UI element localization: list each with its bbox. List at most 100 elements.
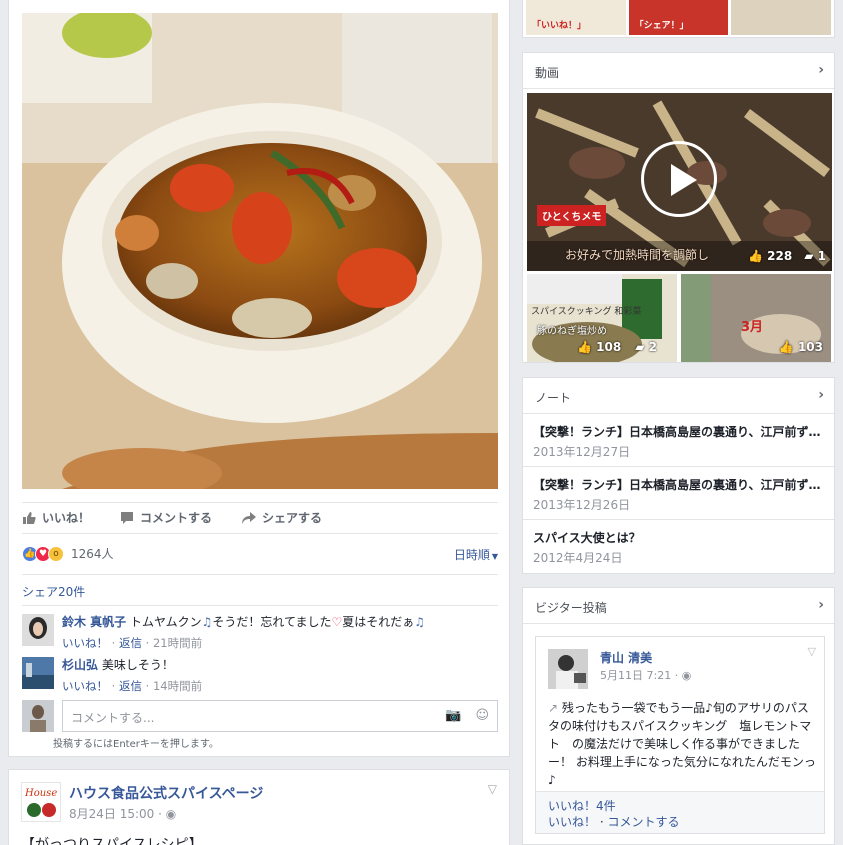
- comment-sort-dropdown[interactable]: 日時順 ▼: [454, 546, 498, 563]
- wow-reaction-icon: o: [48, 545, 64, 562]
- visitor-name[interactable]: 青山 清美: [600, 649, 652, 666]
- avatar: [22, 700, 54, 732]
- photo-thumbnail[interactable]: 「いいね！」: [526, 0, 626, 35]
- note-date: 2012年4月24日: [533, 551, 623, 565]
- comment-time[interactable]: 14時間前: [153, 679, 202, 693]
- comment-author[interactable]: 杉山弘: [62, 658, 98, 672]
- video-likes: 👍 228: [748, 249, 792, 263]
- visitor-post-text: ↗ 残ったもう一袋でもう一品♪旬のアサリのパスタの味付けもスパイスクッキング 塩…: [548, 699, 818, 789]
- photo-thumbnail[interactable]: 「シェア！」: [628, 0, 729, 35]
- music-note-icon: ♫: [201, 615, 213, 629]
- photo-thumbnail[interactable]: [731, 0, 832, 35]
- video-logo: ひとくちメモ: [537, 205, 607, 226]
- comment-reply-link[interactable]: 返信: [119, 679, 142, 693]
- comment-time[interactable]: 21時間前: [153, 636, 202, 650]
- comment-author[interactable]: 鈴木 真帆子: [62, 615, 126, 629]
- visitor-post-date: 5月11日 7:21 · ◉: [600, 669, 692, 682]
- share-button[interactable]: シェアする: [242, 509, 322, 526]
- videos-section: 動画 › ひとくちメモ お好みで加熱時間を調節し 👍 228 ▰ 1 スパイスク…: [522, 52, 835, 363]
- comment-input[interactable]: コメントする... 📷 ☺: [62, 700, 498, 732]
- share-arrow-icon: ↗: [548, 701, 559, 715]
- share-count-link[interactable]: シェア20件: [22, 574, 498, 606]
- note-title[interactable]: 【突撃！ランチ】日本橋高島屋の裏通り、江戸前ず…: [533, 476, 824, 493]
- video-month: 3月: [741, 320, 764, 335]
- like-button[interactable]: いいね！: [22, 509, 90, 526]
- like-label: いいね！: [42, 511, 91, 525]
- visitor-comment-link[interactable]: コメントする: [607, 815, 679, 829]
- camera-icon[interactable]: 📷: [445, 708, 461, 723]
- share-arrow-icon: [242, 511, 257, 525]
- video-thumbnail[interactable]: スパイスクッキング 和彩菜 豚のねぎ塩炒め 👍 108 ▰ 2: [527, 274, 677, 362]
- globe-icon: ◉: [165, 807, 177, 821]
- thumb-caption: 「いいね！」: [532, 21, 587, 31]
- photo-thumbnails: 「いいね！」 「シェア！」: [522, 0, 835, 38]
- note-title[interactable]: スパイス大使とは？: [533, 529, 824, 546]
- page-name-link[interactable]: ハウス食品公式スパイスページ: [69, 783, 263, 803]
- visitor-like-link[interactable]: いいね！: [548, 815, 596, 829]
- visitor-posts-header[interactable]: ビジター投稿 ›: [523, 588, 834, 624]
- videos-title: 動画: [535, 66, 560, 80]
- play-icon[interactable]: [641, 141, 717, 217]
- thumb-caption: 「シェア！」: [634, 21, 689, 31]
- video-comments-count: 2: [648, 340, 657, 354]
- video-likes-count: 108: [596, 340, 622, 354]
- thumbs-up-icon: [22, 511, 36, 525]
- heart-icon: ♡: [331, 615, 343, 629]
- svg-text:House: House: [24, 788, 57, 799]
- post-card: いいね！ コメントする シェアする 👍 ♥ o 1264人 日時順 ▼ シェア20…: [8, 0, 510, 757]
- visitor-post: 青山 清美 5月11日 7:21 · ◉ ▽ ↗ 残ったもう一袋でもう一品♪旬の…: [535, 636, 825, 834]
- comment-reply-link[interactable]: 返信: [119, 636, 142, 650]
- video-thumbnail-main[interactable]: ひとくちメモ お好みで加熱時間を調節し 👍 228 ▰ 1: [527, 93, 832, 271]
- page-logo[interactable]: House: [21, 782, 61, 822]
- video-thumbnail[interactable]: 3月 👍 103: [681, 274, 831, 362]
- post-options-chevron-icon[interactable]: ▽: [488, 782, 497, 796]
- note-date: 2013年12月26日: [533, 498, 631, 512]
- chevron-right-icon[interactable]: ›: [818, 62, 824, 78]
- comment-text: 美味しそう！: [101, 658, 174, 672]
- visitor-posts-title: ビジター投稿: [535, 601, 607, 615]
- thumbs-up-icon: 👍: [748, 249, 763, 263]
- notes-header[interactable]: ノート ›: [523, 378, 834, 414]
- comment-button[interactable]: コメントする: [120, 509, 212, 526]
- post-options-chevron-icon[interactable]: ▽: [808, 645, 816, 658]
- note-item[interactable]: 【突撃！ランチ】日本橋高島屋の裏通り、江戸前ず… 2013年12月27日: [523, 414, 834, 467]
- comment-bubble-icon: [120, 511, 134, 525]
- post-date-text[interactable]: 8月24日 15:00: [69, 807, 154, 821]
- post-date: 8月24日 15:00 · ◉: [69, 807, 177, 821]
- notes-title: ノート: [535, 391, 572, 405]
- video-comments: ▰ 2: [635, 340, 657, 354]
- comment-like-link[interactable]: いいね！: [62, 636, 108, 650]
- videos-header[interactable]: 動画 ›: [523, 53, 834, 89]
- video-stats: 👍 228 ▰ 1: [748, 249, 826, 263]
- post-actions: いいね！ コメントする シェアする: [22, 502, 498, 532]
- video-comments: ▰ 1: [804, 249, 826, 263]
- comment-bubble-icon: ▰: [635, 340, 645, 354]
- comment-item: 鈴木 真帆子 トムヤムクン♫そうだ！忘れてました♡夏はそれだぁ♫ いいね！ · …: [22, 614, 498, 651]
- next-post-card: House ハウス食品公式スパイスページ 8月24日 15:00 · ◉ ▽ 【…: [8, 769, 510, 845]
- chevron-right-icon[interactable]: ›: [818, 387, 824, 403]
- visitor-post-likes[interactable]: いいね！4件: [548, 799, 616, 813]
- avatar[interactable]: [22, 657, 54, 689]
- avatar[interactable]: [548, 649, 588, 689]
- sort-label: 日時順: [453, 548, 490, 562]
- notes-section: ノート › 【突撃！ランチ】日本橋高島屋の裏通り、江戸前ず… 2013年12月2…: [522, 377, 835, 574]
- post-text: 【がっつりスパイスレシピ】: [21, 837, 203, 845]
- video-likes: 👍 108: [577, 340, 621, 354]
- visitor-post-date-text[interactable]: 5月11日 7:21: [600, 669, 671, 682]
- reaction-icons[interactable]: 👍 ♥ o: [22, 545, 64, 562]
- reaction-count[interactable]: 1264人: [71, 545, 114, 562]
- globe-icon: ◉: [681, 669, 692, 682]
- note-item[interactable]: スパイス大使とは？ 2012年4月24日: [523, 520, 834, 573]
- compose-hint: 投稿するにはEnterキーを押します。: [53, 739, 219, 750]
- composer-icons: 📷 ☺: [431, 708, 489, 723]
- comment-like-link[interactable]: いいね！: [62, 679, 108, 693]
- video-comments-count: 1: [817, 249, 826, 263]
- chevron-right-icon[interactable]: ›: [818, 597, 824, 613]
- smiley-icon[interactable]: ☺: [475, 708, 489, 723]
- note-title[interactable]: 【突撃！ランチ】日本橋高島屋の裏通り、江戸前ず…: [533, 423, 824, 440]
- comment-label: コメントする: [140, 511, 213, 525]
- note-item[interactable]: 【突撃！ランチ】日本橋高島屋の裏通り、江戸前ず… 2013年12月26日: [523, 467, 834, 520]
- post-photo-tomyum[interactable]: [22, 13, 498, 489]
- avatar[interactable]: [22, 614, 54, 646]
- share-label: シェアする: [262, 511, 323, 525]
